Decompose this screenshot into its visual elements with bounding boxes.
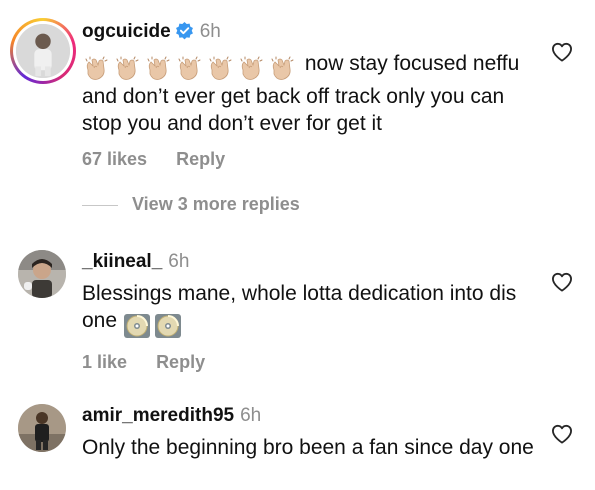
replies-divider [82,204,118,206]
emoji-row [123,313,185,340]
cd-disc-icon [123,313,151,339]
view-more-replies[interactable]: View 3 more replies [82,194,300,218]
comment-text-rest: and don’t ever get back off track only y… [82,85,505,135]
avatar [16,24,70,78]
comment-text-line: Only the beginning bro been a fan since … [82,436,534,459]
comment-1: ogcuicide 6h now stay focused neffu and d… [0,0,595,190]
cd-disc-icon [154,313,182,339]
reply-button[interactable]: Reply [156,352,205,373]
comment-actions: 67 likes Reply [82,149,535,170]
comment-actions: 1 like Reply [82,352,535,373]
comment-2: _kiineal_ 6h Blessings mane, whole lotta … [0,238,595,372]
timestamp: 6h [168,251,190,272]
username[interactable]: ogcuicide [82,21,171,42]
heart-icon[interactable] [551,272,573,292]
avatar-story-ring[interactable] [10,18,76,84]
clapping-hands-icon [144,56,172,82]
comment-meta: ogcuicide 6h [82,20,535,44]
comment-text: Blessings mane, whole lotta dedication i… [82,280,535,340]
verified-badge-icon [175,21,194,40]
clapping-hands-icon [206,56,234,82]
comment-text-line: now stay focused neffu [299,52,520,75]
clapping-hands-icon [175,56,203,82]
comment-thread: ogcuicide 6h now stay focused neffu and d… [0,0,595,490]
comment-text: now stay focused neffu and don’t ever ge… [82,50,535,137]
likes-count[interactable]: 67 likes [82,149,147,170]
clapping-hands-icon [113,56,141,82]
clapping-hands-icon [237,56,265,82]
emoji-row [82,56,299,83]
comment-body: ogcuicide 6h now stay focused neffu and d… [82,20,535,170]
comment-text: Only the beginning bro been a fan since … [82,434,535,461]
clapping-hands-icon [268,56,296,82]
view-replies-label: View 3 more replies [132,194,300,214]
comment-body: amir_meredith95 6h Only the beginning bro… [82,404,535,461]
comment-body: _kiineal_ 6h Blessings mane, whole lotta … [82,250,535,373]
username[interactable]: amir_meredith95 [82,405,234,426]
avatar[interactable] [18,250,66,298]
comment-meta: amir_meredith95 6h [82,404,535,428]
timestamp: 6h [240,405,262,426]
comment-meta: _kiineal_ 6h [82,250,535,274]
heart-icon[interactable] [551,42,573,62]
heart-icon[interactable] [551,424,573,444]
avatar[interactable] [18,404,66,452]
reply-button[interactable]: Reply [176,149,225,170]
clapping-hands-icon [82,56,110,82]
username[interactable]: _kiineal_ [82,251,162,272]
timestamp: 6h [199,21,221,42]
likes-count[interactable]: 1 like [82,352,127,373]
comment-3: amir_meredith95 6h Only the beginning bro… [0,392,595,490]
